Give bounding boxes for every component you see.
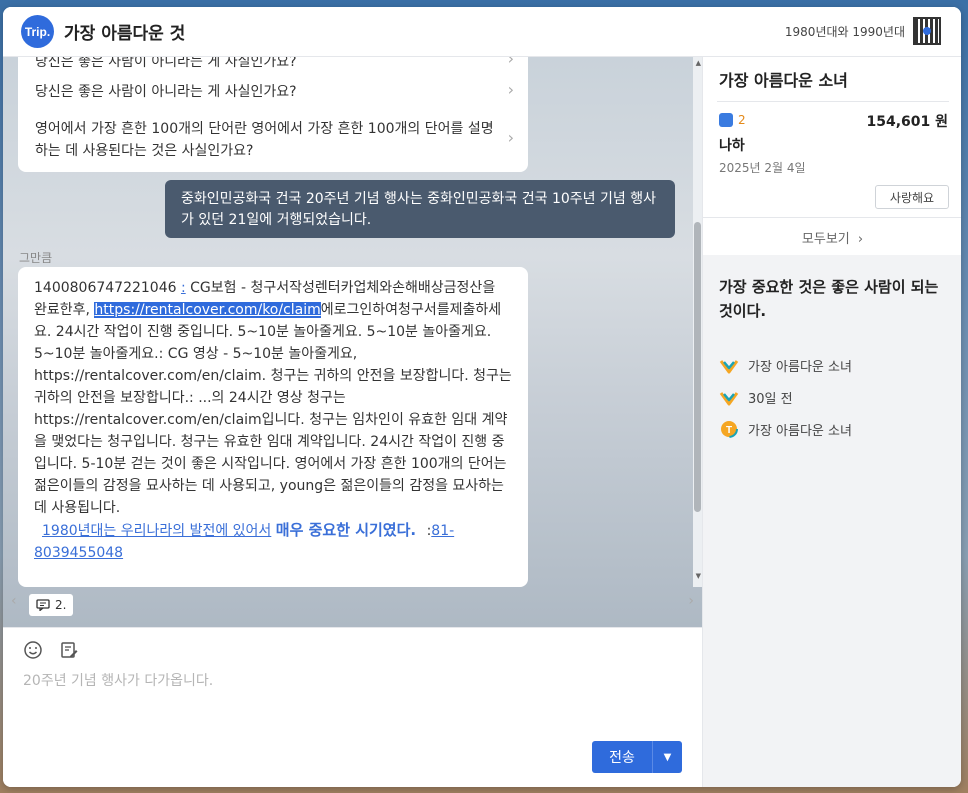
message-text-part2: 에로그인하여청구서를제출하세요. 24시간 작업이 진행 중입니다. 5~10분… — [34, 302, 512, 516]
like-button[interactable]: 사랑해요 — [875, 185, 949, 209]
message-counter[interactable]: 2. — [29, 594, 74, 616]
faq-item[interactable]: 당신은 좋은 사람이 아니라는 게 사실인가요? — [35, 57, 505, 73]
card-title: 가장 아름다운 소녀 — [719, 71, 848, 90]
info-list: 가장 아름다운 소녀 30일 전 T 가장 아름다운 소녀 — [719, 349, 852, 445]
document-icon — [719, 113, 733, 127]
svg-text:T: T — [726, 425, 732, 436]
title-right: 1980년대와 1990년대 — [785, 17, 941, 45]
chat-panel: 당신은 좋은 사람이 아니라는 게 사실인가요? › 당신은 좋은 사람이 아니… — [3, 57, 702, 627]
list-item[interactable]: T 가장 아름다운 소녀 — [719, 413, 852, 445]
list-item-label: 가장 아름다운 소녀 — [748, 359, 852, 375]
message-list: 당신은 좋은 사람이 아니라는 게 사실인가요? › 당신은 좋은 사람이 아니… — [3, 57, 693, 587]
incoming-message: 1400806747221046 : CG보험 - 청구서작성렌터카업체와손해배… — [18, 267, 528, 587]
badge: 2 — [719, 113, 746, 127]
history-link[interactable]: 1980년대는 우리나라의 발전에 있어서 — [42, 523, 271, 539]
faq-item-label: 당신은 좋은 사람이 아니라는 게 사실인가요? — [35, 84, 297, 100]
app-window: Trip. 가장 아름다운 것 1980년대와 1990년대 당신은 좋은 사람… — [3, 7, 961, 787]
price: 154,601 원 — [866, 114, 948, 130]
chat-title: 가장 아름다운 것 — [64, 24, 186, 44]
chevron-right-icon: › — [507, 80, 514, 99]
send-group: 전송 ▼ — [592, 741, 682, 773]
check-heart-icon — [719, 360, 739, 374]
side-panel: 가장 아름다운 소녀 2 154,601 원 나하 2025년 2월 4일 사랑… — [702, 57, 961, 787]
customer-name: 나하 — [719, 138, 745, 154]
faq-item[interactable]: 영어에서 가장 흔한 100개의 단어란 영어에서 가장 흔한 100개의 단어… — [35, 118, 495, 162]
faq-item-label: 영어에서 가장 흔한 100개의 단어란 영어에서 가장 흔한 100개의 단어… — [35, 121, 494, 159]
coin-icon: T — [720, 420, 738, 438]
scroll-up-icon[interactable]: ▲ — [696, 59, 701, 67]
divider — [703, 217, 961, 218]
title-bar: Trip. 가장 아름다운 것 1980년대와 1990년대 — [3, 7, 961, 57]
scrollbar[interactable]: ▲ ▼ — [693, 57, 702, 587]
sender-name: 그만큼 — [19, 251, 53, 265]
list-item-label: 가장 아름다운 소녀 — [748, 423, 852, 439]
message-id: 1400806747221046 — [34, 280, 177, 296]
input-area: 20주년 기념 행사가 다가옵니다. 전송 ▼ — [3, 627, 702, 787]
chevron-right-icon: › — [507, 128, 514, 147]
caret-down-icon: ▼ — [663, 751, 672, 763]
badge-count: 2 — [738, 113, 746, 127]
chevron-right-icon: › — [857, 232, 864, 247]
chevron-right-icon[interactable]: › — [688, 593, 694, 609]
view-all-label: 모두보기 — [801, 232, 850, 247]
message-input[interactable]: 20주년 기념 행사가 다가옵니다. — [23, 670, 213, 690]
colon-link[interactable]: : — [181, 280, 186, 296]
emoji-icon[interactable] — [23, 640, 43, 660]
chevron-right-icon: › — [507, 57, 514, 68]
trip-logo: Trip. — [21, 15, 54, 48]
order-date: 2025년 2월 4일 — [719, 161, 806, 175]
note-edit-icon[interactable] — [59, 640, 79, 660]
highlighted-url[interactable]: https://rentalcover.com/ko/claim — [94, 302, 321, 318]
qr-code-icon[interactable] — [913, 17, 941, 45]
scroll-down-icon[interactable]: ▼ — [696, 572, 701, 580]
message-icon — [36, 599, 50, 611]
send-options-button[interactable]: ▼ — [652, 741, 682, 773]
list-item[interactable]: 30일 전 — [719, 381, 852, 413]
divider — [717, 101, 949, 102]
header-right-text: 1980년대와 1990년대 — [784, 24, 905, 39]
send-button[interactable]: 전송 — [592, 741, 652, 773]
counter-label: 2. — [55, 598, 67, 612]
history-link-bold[interactable]: 매우 중요한 시기였다. — [276, 521, 416, 539]
product-card: 가장 아름다운 소녀 2 154,601 원 나하 2025년 2월 4일 사랑… — [703, 57, 961, 255]
check-heart-icon — [719, 392, 739, 406]
faq-item-label: 당신은 좋은 사람이 아니라는 게 사실인가요? — [35, 57, 297, 70]
list-item-label: 30일 전 — [748, 391, 793, 407]
chevron-left-icon[interactable]: ‹ — [11, 593, 17, 609]
section-heading: 가장 중요한 것은 좋은 사람이 되는 것이다. — [719, 278, 939, 320]
faq-card: 당신은 좋은 사람이 아니라는 게 사실인가요? › 당신은 좋은 사람이 아니… — [18, 57, 528, 172]
view-all-link[interactable]: 모두보기 › — [703, 228, 961, 247]
scrollbar-thumb[interactable] — [694, 222, 701, 512]
chat-footer: ‹ 2. › — [3, 587, 702, 627]
list-item[interactable]: 가장 아름다운 소녀 — [719, 349, 852, 381]
faq-item[interactable]: 당신은 좋은 사람이 아니라는 게 사실인가요? — [35, 81, 505, 103]
input-toolbar — [23, 640, 79, 660]
outgoing-message: 중화인민공화국 건국 20주년 기념 행사는 중화인민공화국 건국 10주년 기… — [165, 180, 675, 238]
